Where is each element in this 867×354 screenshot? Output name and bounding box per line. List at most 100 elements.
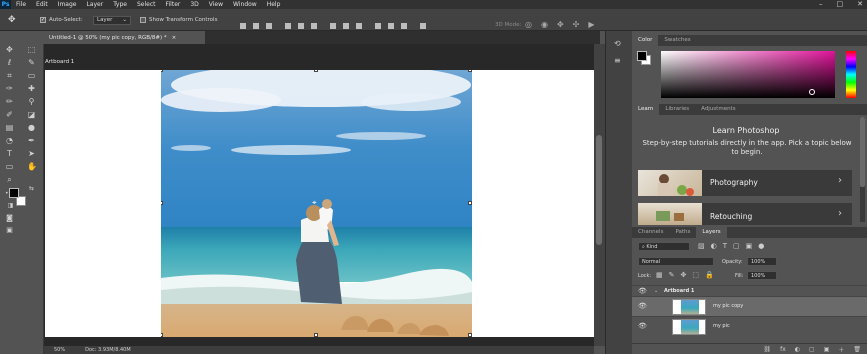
menu-help[interactable]: Help <box>262 0 286 9</box>
rectangle-icon[interactable]: ▭ <box>5 162 14 171</box>
tab-libraries[interactable]: Libraries <box>659 104 695 115</box>
transform-handle-tr[interactable] <box>468 70 472 72</box>
zoom-icon[interactable]: ⌕ <box>5 175 14 184</box>
align-hcenter-icon[interactable] <box>298 23 304 29</box>
default-colors-icon[interactable]: ◨ <box>6 201 15 210</box>
transform-handle-br[interactable] <box>468 333 472 337</box>
align-bottom-icon[interactable] <box>266 23 272 29</box>
menu-type[interactable]: Type <box>108 0 132 9</box>
eye-icon[interactable]: 👁 <box>638 287 647 295</box>
dodge-icon[interactable]: ◔ <box>5 136 14 145</box>
menu-image[interactable]: Image <box>53 0 82 9</box>
artboard-label[interactable]: Artboard 1 <box>45 59 74 65</box>
blend-mode-dropdown[interactable]: Normal <box>638 257 714 266</box>
card-retouching[interactable]: Retouching › <box>638 203 852 225</box>
brush-icon[interactable]: ✏ <box>5 97 14 106</box>
hand-icon[interactable]: ✋ <box>27 162 37 171</box>
path-select-icon[interactable]: ➤ <box>27 149 36 158</box>
swap-colors-icon[interactable]: ⇆ <box>27 184 36 193</box>
quick-select-icon[interactable]: ✎ <box>27 58 36 67</box>
trash-icon[interactable]: 🗑 <box>853 346 861 353</box>
reference-point-icon[interactable]: ⌖ <box>312 198 317 208</box>
tab-swatches[interactable]: Swatches <box>658 35 696 46</box>
auto-select-option[interactable]: ✓ Auto-Select: <box>40 15 83 25</box>
document-tab[interactable]: Untitled-1 @ 50% (my pic copy, RGB/8#) *… <box>37 31 205 44</box>
lock-paint-icon[interactable]: ✎ <box>669 271 675 279</box>
eye-icon[interactable]: 👁 <box>638 322 647 330</box>
adjustment-layer-icon[interactable]: ◐ <box>795 346 800 353</box>
eyedropper-icon[interactable]: ✑ <box>5 84 14 93</box>
auto-select-dropdown[interactable]: Layer ⌄ <box>93 15 131 25</box>
history-panel-icon[interactable]: ⟲ <box>614 39 621 48</box>
show-transform-option[interactable]: Show Transform Controls <box>140 15 217 25</box>
quick-mask-icon[interactable]: ◙ <box>5 214 14 223</box>
align-right-icon[interactable] <box>311 23 317 29</box>
lock-all-icon[interactable]: 🔒 <box>705 271 714 279</box>
3d-pan-icon[interactable]: ✥ <box>557 20 564 29</box>
zoom-level[interactable]: 50% <box>54 347 65 353</box>
distribute-hcenter-icon[interactable] <box>388 23 394 29</box>
transform-handle-tc[interactable] <box>314 70 318 72</box>
close-tab-icon[interactable]: × <box>172 35 177 41</box>
tab-channels[interactable]: Channels <box>632 227 669 238</box>
align-vcenter-icon[interactable] <box>253 23 259 29</box>
lasso-icon[interactable]: ℓ <box>5 58 14 67</box>
3d-orbit-icon[interactable]: ◎ <box>525 20 532 29</box>
show-transform-checkbox[interactable] <box>140 17 146 23</box>
marquee-icon[interactable]: ⬚ <box>27 45 36 54</box>
distribute-top-icon[interactable] <box>330 23 336 29</box>
panel-foreground-swatch[interactable] <box>637 51 647 61</box>
auto-align-icon[interactable] <box>420 23 426 29</box>
new-layer-icon[interactable]: ＋ <box>838 345 844 354</box>
layer-mask-icon[interactable]: ▢ <box>809 346 815 353</box>
move-icon[interactable]: ✥ <box>5 45 14 54</box>
lock-transparent-icon[interactable]: ▦ <box>656 271 663 279</box>
menu-layer[interactable]: Layer <box>81 0 108 9</box>
chevron-down-icon[interactable]: ⌄ <box>654 288 658 294</box>
filter-type-icon[interactable]: T <box>723 242 727 250</box>
menu-select[interactable]: Select <box>132 0 161 9</box>
menu-view[interactable]: View <box>204 0 228 9</box>
3d-slide-icon[interactable]: ✣ <box>573 20 580 29</box>
filter-pixel-icon[interactable]: ▨ <box>698 242 705 250</box>
eraser-icon[interactable]: ◪ <box>27 110 36 119</box>
fill-input[interactable]: 100% <box>747 271 777 280</box>
color-picker-cursor[interactable] <box>809 89 815 95</box>
type-icon[interactable]: T <box>5 149 14 158</box>
filter-toggle-icon[interactable]: ● <box>758 242 764 250</box>
menu-3d[interactable]: 3D <box>185 0 203 9</box>
foreground-color-swatch[interactable] <box>9 188 19 198</box>
distribute-vcenter-icon[interactable] <box>343 23 349 29</box>
card-photography[interactable]: Photography › <box>638 170 852 196</box>
lock-position-icon[interactable]: ✥ <box>681 271 687 279</box>
document-size[interactable]: Doc: 3.93M/8.40M <box>85 347 131 353</box>
tab-paths[interactable]: Paths <box>669 227 696 238</box>
minimize-button[interactable]: – <box>819 0 823 9</box>
transform-handle-ml[interactable] <box>161 201 163 205</box>
photo-layer[interactable]: ⌖ <box>161 70 472 337</box>
filter-shape-icon[interactable]: ▢ <box>733 242 740 250</box>
blur-icon[interactable]: ● <box>27 123 36 132</box>
move-tool-icon[interactable]: ✥ <box>8 15 16 25</box>
menu-window[interactable]: Window <box>228 0 262 9</box>
link-layers-icon[interactable]: ⛓ <box>763 346 771 353</box>
maximize-button[interactable]: □ <box>837 0 844 9</box>
3d-scale-icon[interactable]: ▶ <box>588 20 594 29</box>
healing-icon[interactable]: ✚ <box>27 84 36 93</box>
transform-handle-bl[interactable] <box>161 333 163 337</box>
vertical-scroll-thumb[interactable] <box>596 135 602 245</box>
photoshop-logo[interactable]: Ps <box>0 0 11 9</box>
pen-icon[interactable]: ✒ <box>27 136 36 145</box>
menu-file[interactable]: File <box>11 0 31 9</box>
fx-icon[interactable]: fx <box>780 346 786 353</box>
new-group-icon[interactable]: ▣ <box>824 346 830 353</box>
tab-learn[interactable]: Learn <box>632 104 660 115</box>
hue-slider[interactable] <box>846 51 856 98</box>
filter-adjustment-icon[interactable]: ◐ <box>711 242 717 250</box>
menu-filter[interactable]: Filter <box>161 0 186 9</box>
artboard-group-row[interactable]: 👁 ⌄ Artboard 1 <box>632 285 867 296</box>
menu-edit[interactable]: Edit <box>31 0 53 9</box>
distribute-left-icon[interactable] <box>375 23 381 29</box>
layer-kind-filter[interactable]: ⌕ Kind <box>638 242 690 251</box>
eye-icon[interactable]: 👁 <box>638 302 647 310</box>
